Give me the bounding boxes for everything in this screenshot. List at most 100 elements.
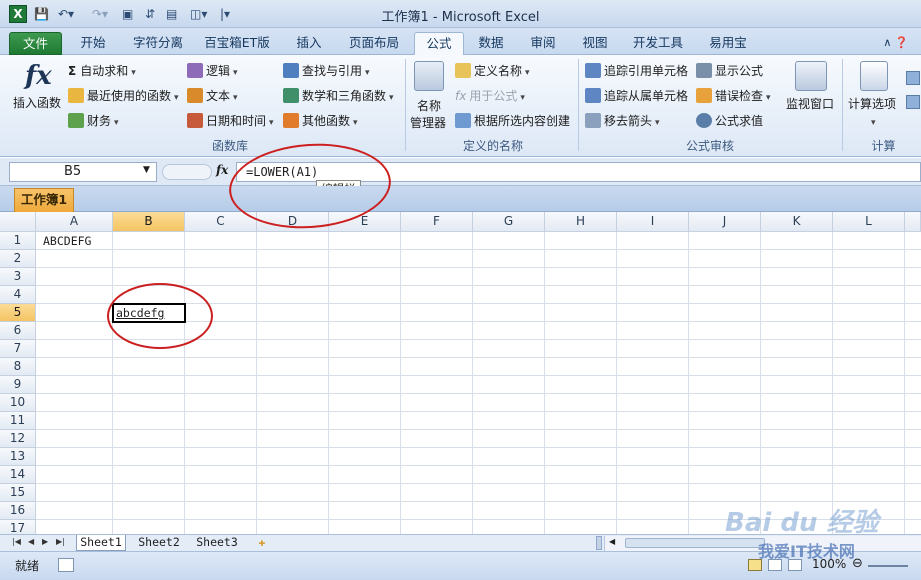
- row-header-13[interactable]: 13: [0, 448, 36, 466]
- evaluate-formula-button[interactable]: 公式求值: [696, 111, 763, 131]
- row-header-10[interactable]: 10: [0, 394, 36, 412]
- calc-options-icon[interactable]: [860, 61, 888, 91]
- row-header-5[interactable]: 5: [0, 304, 36, 322]
- financial-button[interactable]: 财务 ▾: [68, 111, 119, 131]
- gridline: [36, 393, 921, 394]
- tab-view[interactable]: 视图: [572, 32, 618, 55]
- column-header-j[interactable]: J: [689, 212, 761, 232]
- tab-data[interactable]: 数据: [468, 32, 514, 55]
- next-sheet-icon[interactable]: ▶: [42, 537, 48, 546]
- recently-used-button[interactable]: 最近使用的函数 ▾: [68, 86, 179, 106]
- autosum-button[interactable]: Σ 自动求和 ▾: [68, 61, 136, 81]
- watch-window-button[interactable]: 监视窗口: [786, 94, 834, 114]
- column-header-c[interactable]: C: [185, 212, 257, 232]
- tab-home[interactable]: 开始: [66, 32, 120, 55]
- name-manager-icon[interactable]: [414, 61, 444, 91]
- logical-button[interactable]: 逻辑 ▾: [187, 61, 238, 81]
- formula-bar: B5 ▼ fx =LOWER(A1): [0, 158, 921, 186]
- column-header-m[interactable]: [905, 212, 921, 232]
- sheet-tab-1[interactable]: Sheet1: [76, 535, 126, 551]
- name-box[interactable]: B5: [9, 162, 157, 182]
- trace-precedents-button[interactable]: 追踪引用单元格: [585, 61, 688, 81]
- gridline: [36, 285, 921, 286]
- insert-function-button[interactable]: 插入函数: [13, 93, 61, 113]
- calc-sheet-icon[interactable]: [906, 95, 920, 109]
- column-header-k[interactable]: K: [761, 212, 833, 232]
- row-header-4[interactable]: 4: [0, 286, 36, 304]
- sheet-tab-2[interactable]: Sheet2: [134, 535, 184, 551]
- formula-input[interactable]: =LOWER(A1): [236, 162, 921, 182]
- first-sheet-icon[interactable]: |◀: [12, 537, 21, 546]
- workbook-tab[interactable]: 工作簿1: [14, 188, 74, 212]
- tab-baibaoxiang[interactable]: 百宝箱ET版: [196, 32, 278, 55]
- column-header-h[interactable]: H: [545, 212, 617, 232]
- watch-window-icon[interactable]: [795, 61, 827, 91]
- column-header-b[interactable]: B: [113, 212, 185, 232]
- insert-function-icon[interactable]: fx: [25, 61, 52, 91]
- row-header-16[interactable]: 16: [0, 502, 36, 520]
- trace-dependents-button[interactable]: 追踪从属单元格: [585, 86, 688, 106]
- tab-split-handle[interactable]: [596, 536, 602, 550]
- column-header-a[interactable]: A: [36, 212, 113, 232]
- chevron-down-icon: ▾: [365, 68, 370, 78]
- insert-sheet-icon[interactable]: ✚: [252, 535, 272, 551]
- sheet-tab-3[interactable]: Sheet3: [192, 535, 242, 551]
- worksheet-grid[interactable]: A B C D E F G H I J K L 1 2 3 4 5 6 7 8 …: [0, 212, 921, 534]
- row-header-14[interactable]: 14: [0, 466, 36, 484]
- macro-record-icon[interactable]: [58, 558, 74, 572]
- tab-developer[interactable]: 开发工具: [622, 32, 694, 55]
- gridline: [36, 447, 921, 448]
- gridline: [328, 232, 329, 534]
- remove-arrows-button[interactable]: 移去箭头 ▾: [585, 111, 660, 131]
- select-all-corner[interactable]: [0, 212, 36, 232]
- ribbon-minimize-icon[interactable]: ∧ ❓: [876, 32, 916, 55]
- tab-formulas[interactable]: 公式: [414, 32, 464, 56]
- scroll-left-icon[interactable]: ◀: [609, 537, 615, 546]
- math-trig-button[interactable]: 数学和三角函数 ▾: [283, 86, 394, 106]
- tab-yiyongbao[interactable]: 易用宝: [698, 32, 758, 55]
- text-button[interactable]: 文本 ▾: [187, 86, 238, 106]
- zoom-slider[interactable]: [868, 565, 908, 567]
- show-formulas-button[interactable]: 显示公式: [696, 61, 763, 81]
- logic-book-icon: [187, 63, 203, 78]
- column-header-l[interactable]: L: [833, 212, 905, 232]
- name-box-dropdown-icon[interactable]: ▼: [143, 165, 150, 175]
- formula-bar-splitter[interactable]: [162, 164, 212, 180]
- row-header-7[interactable]: 7: [0, 340, 36, 358]
- row-header-2[interactable]: 2: [0, 250, 36, 268]
- column-header-d[interactable]: D: [257, 212, 329, 232]
- create-from-selection-button[interactable]: 根据所选内容创建: [455, 111, 570, 131]
- use-in-formula-button[interactable]: fx 用于公式 ▾: [455, 86, 525, 106]
- define-name-button[interactable]: 定义名称 ▾: [455, 61, 530, 81]
- lookup-reference-button[interactable]: 查找与引用 ▾: [283, 61, 370, 81]
- cell-b5[interactable]: abcdefg: [116, 304, 164, 322]
- row-header-12[interactable]: 12: [0, 430, 36, 448]
- date-time-button[interactable]: 日期和时间 ▾: [187, 111, 274, 131]
- prev-sheet-icon[interactable]: ◀: [28, 537, 34, 546]
- error-checking-button[interactable]: 错误检查 ▾: [696, 86, 771, 106]
- name-manager-line2[interactable]: 管理器: [410, 113, 446, 133]
- insert-function-fx-icon[interactable]: fx: [216, 163, 228, 177]
- column-header-g[interactable]: G: [473, 212, 545, 232]
- tab-file[interactable]: 文件: [9, 32, 62, 55]
- last-sheet-icon[interactable]: ▶|: [56, 537, 65, 546]
- row-header-1[interactable]: 1: [0, 232, 36, 250]
- more-functions-button[interactable]: 其他函数 ▾: [283, 111, 358, 131]
- column-header-e[interactable]: E: [329, 212, 401, 232]
- scroll-thumb[interactable]: [625, 538, 765, 548]
- calc-now-icon[interactable]: [906, 71, 920, 85]
- row-header-15[interactable]: 15: [0, 484, 36, 502]
- row-header-17[interactable]: 17: [0, 520, 36, 534]
- cell-a1[interactable]: ABCDEFG: [43, 232, 91, 250]
- row-header-8[interactable]: 8: [0, 358, 36, 376]
- row-header-6[interactable]: 6: [0, 322, 36, 340]
- tab-review[interactable]: 审阅: [518, 32, 568, 55]
- tab-insert[interactable]: 插入: [284, 32, 334, 55]
- row-header-3[interactable]: 3: [0, 268, 36, 286]
- column-header-i[interactable]: I: [617, 212, 689, 232]
- column-header-f[interactable]: F: [401, 212, 473, 232]
- tab-page-layout[interactable]: 页面布局: [338, 32, 410, 55]
- tab-char-split[interactable]: 字符分离: [124, 32, 192, 55]
- row-header-9[interactable]: 9: [0, 376, 36, 394]
- row-header-11[interactable]: 11: [0, 412, 36, 430]
